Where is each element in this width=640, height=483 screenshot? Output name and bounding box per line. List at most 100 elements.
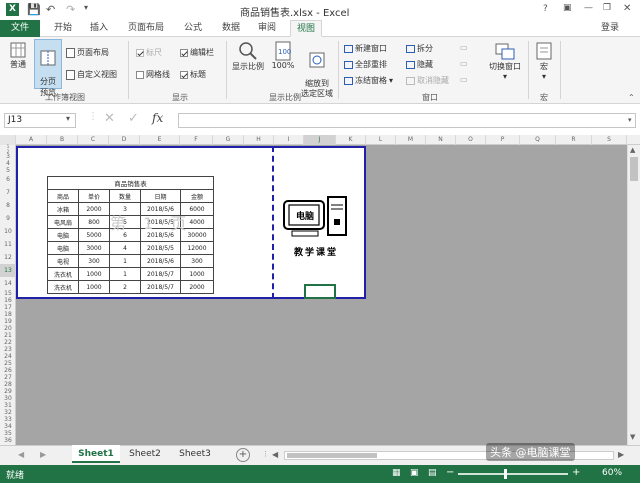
freeze-panes-button[interactable]: 冻结窗格 ▾: [344, 75, 393, 86]
tab-view[interactable]: 视图: [290, 20, 322, 37]
cell[interactable]: 洗衣机: [47, 267, 79, 281]
macros-button[interactable]: 宏 ▾: [532, 41, 556, 81]
zoom-in-icon[interactable]: +: [572, 467, 580, 478]
cell[interactable]: 300: [180, 254, 214, 268]
row-header[interactable]: 32: [0, 409, 16, 416]
row-header[interactable]: 33: [0, 416, 16, 423]
cell[interactable]: 1000: [78, 267, 110, 281]
cancel-icon[interactable]: ✕: [104, 111, 115, 126]
cell[interactable]: 300: [78, 254, 110, 268]
cell[interactable]: 电脑: [47, 228, 79, 242]
cell[interactable]: 2018/5/6: [140, 254, 181, 268]
cell[interactable]: 2018/5/5: [140, 241, 181, 255]
column-header[interactable]: A: [16, 135, 47, 145]
sheet-tab-sheet1[interactable]: Sheet1: [72, 445, 120, 463]
reset-window-position-icon[interactable]: ▭: [460, 75, 468, 84]
enter-icon[interactable]: ✓: [128, 111, 139, 126]
column-header[interactable]: O: [456, 135, 486, 145]
cell[interactable]: 1: [109, 267, 141, 281]
row-header[interactable]: 35: [0, 430, 16, 437]
cell[interactable]: 2018/5/7: [140, 267, 181, 281]
row-header[interactable]: 22: [0, 339, 16, 346]
zoom-to-selection-button[interactable]: 缩放到 选定区域: [298, 41, 336, 99]
row-header[interactable]: 14: [0, 277, 16, 290]
undo-icon[interactable]: ↶: [46, 3, 55, 16]
column-header[interactable]: D: [109, 135, 140, 145]
cell[interactable]: 冰箱: [47, 202, 79, 216]
split-button[interactable]: 拆分: [406, 43, 433, 54]
column-header[interactable]: C: [78, 135, 109, 145]
horizontal-scroll-thumb[interactable]: [287, 453, 377, 458]
row-header[interactable]: 27: [0, 374, 16, 381]
column-header[interactable]: N: [426, 135, 456, 145]
column-header[interactable]: G: [213, 135, 244, 145]
row-header[interactable]: 11: [0, 238, 16, 251]
name-box-dropdown-icon[interactable]: ▾: [66, 114, 70, 123]
scroll-up-icon[interactable]: ▲: [630, 146, 635, 154]
cell[interactable]: 电风扇: [47, 215, 79, 229]
cell[interactable]: 3000: [78, 241, 110, 255]
zoom-out-icon[interactable]: −: [446, 467, 454, 478]
custom-views-button[interactable]: 自定义视图: [66, 69, 117, 80]
synchronous-scrolling-icon[interactable]: ▭: [460, 59, 468, 68]
row-header[interactable]: 10: [0, 225, 16, 238]
help-button[interactable]: ?: [543, 4, 548, 14]
save-icon[interactable]: 💾: [27, 3, 41, 16]
scroll-down-icon[interactable]: ▼: [630, 433, 635, 441]
zoom-level[interactable]: 60%: [602, 468, 622, 478]
new-window-button[interactable]: 新建窗口: [344, 43, 387, 54]
page-break-preview-button[interactable]: 分页 预览: [34, 39, 62, 97]
row-header[interactable]: 15: [0, 290, 16, 297]
sheet-tab-sheet2[interactable]: Sheet2: [122, 445, 168, 463]
formula-input[interactable]: [178, 113, 636, 128]
zoom-slider-thumb[interactable]: [504, 469, 507, 479]
tab-page-layout[interactable]: 页面布局: [122, 20, 170, 37]
row-header[interactable]: 17: [0, 304, 16, 311]
row-header[interactable]: 19: [0, 318, 16, 325]
row-header[interactable]: 23: [0, 346, 16, 353]
cell[interactable]: 12000: [180, 241, 214, 255]
cell[interactable]: 电视: [47, 254, 79, 268]
prev-sheet-icon[interactable]: ◀: [18, 450, 24, 459]
restore-button[interactable]: ❐: [603, 3, 611, 13]
column-header[interactable]: P: [486, 135, 520, 145]
switch-windows-button[interactable]: 切换窗口 ▾: [484, 41, 526, 81]
row-header[interactable]: 26: [0, 367, 16, 374]
row-header[interactable]: 13: [0, 264, 16, 277]
page-break-status-icon[interactable]: ▤: [428, 468, 437, 478]
row-header[interactable]: 25: [0, 360, 16, 367]
tab-review[interactable]: 审阅: [252, 20, 282, 37]
tab-data[interactable]: 数据: [216, 20, 246, 37]
cell[interactable]: 5000: [78, 228, 110, 242]
page-layout-button[interactable]: 页面布局: [66, 47, 109, 58]
tab-insert[interactable]: 插入: [84, 20, 114, 37]
gridlines-checkbox[interactable]: 网格线: [136, 69, 170, 80]
column-header[interactable]: L: [366, 135, 396, 145]
row-header[interactable]: 34: [0, 423, 16, 430]
cell[interactable]: 4: [109, 241, 141, 255]
zoom-slider-track[interactable]: [458, 473, 568, 475]
column-header[interactable]: M: [396, 135, 426, 145]
cell[interactable]: 2000: [180, 280, 214, 294]
sign-in-link[interactable]: 登录: [596, 20, 624, 37]
column-header[interactable]: Q: [520, 135, 556, 145]
tab-formulas[interactable]: 公式: [178, 20, 208, 37]
column-header[interactable]: I: [274, 135, 304, 145]
cell[interactable]: 2: [109, 280, 141, 294]
formula-bar-checkbox[interactable]: 编辑栏: [180, 47, 214, 58]
cell[interactable]: 1000: [180, 267, 214, 281]
tab-home[interactable]: 开始: [48, 20, 78, 37]
arrange-all-button[interactable]: 全部重排: [344, 59, 387, 70]
cell[interactable]: 2018/5/7: [140, 280, 181, 294]
row-header[interactable]: 16: [0, 297, 16, 304]
row-header[interactable]: 29: [0, 388, 16, 395]
row-header[interactable]: 9: [0, 212, 16, 225]
row-header[interactable]: 20: [0, 325, 16, 332]
cell[interactable]: 2000: [78, 202, 110, 216]
page-break-line[interactable]: [272, 146, 274, 299]
normal-view-status-icon[interactable]: ▦: [392, 468, 401, 478]
row-header[interactable]: 18: [0, 311, 16, 318]
row-header[interactable]: 7: [0, 186, 16, 199]
zoom-button[interactable]: 显示比例: [230, 41, 266, 72]
row-header[interactable]: 31: [0, 402, 16, 409]
